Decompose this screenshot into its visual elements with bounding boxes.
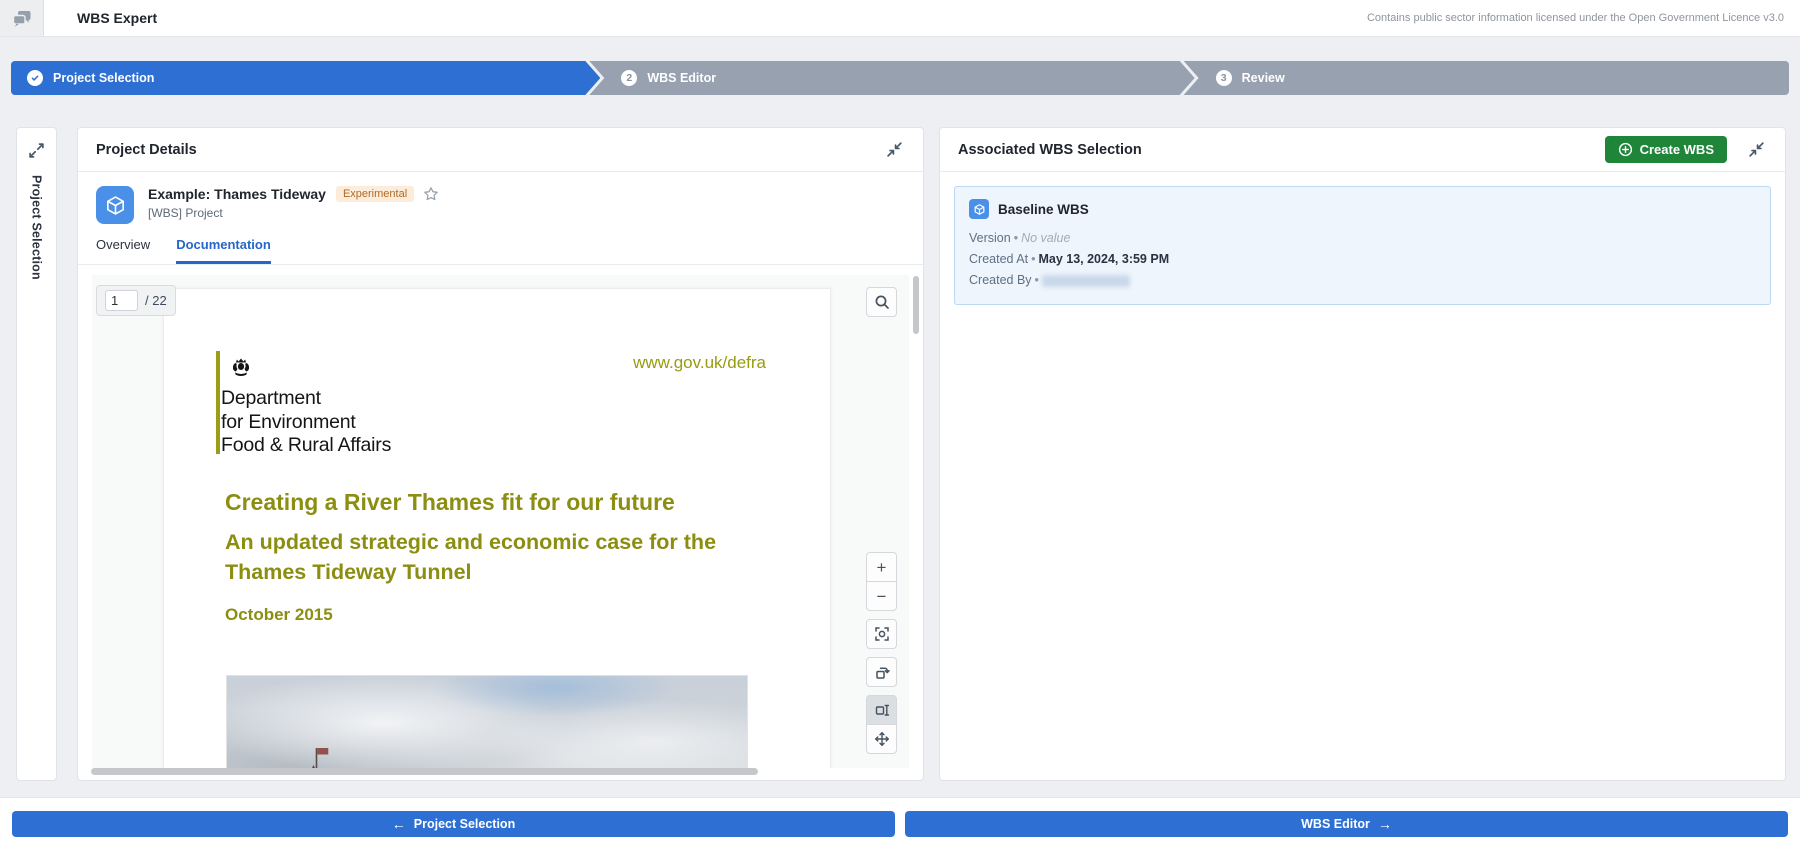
pdf-page: Department for Environment Food & Rural … xyxy=(163,288,831,768)
wizard-stepper: Project Selection 2 WBS Editor 3 Review xyxy=(11,61,1789,95)
fit-to-view-button[interactable] xyxy=(866,619,897,649)
step-number-badge: 2 xyxy=(621,70,637,86)
collapse-panel-button[interactable] xyxy=(884,139,905,160)
pdf-tool-stack: + − xyxy=(866,552,897,754)
associated-wbs-header: Associated WBS Selection Create WBS xyxy=(940,128,1785,172)
collapse-icon xyxy=(887,142,902,157)
pan-icon xyxy=(874,732,889,746)
expand-icon[interactable] xyxy=(28,142,45,159)
text-select-icon xyxy=(875,704,889,716)
page-count: / 22 xyxy=(145,293,167,308)
wbs-list: Baseline WBS Version • No value Created At… xyxy=(940,172,1785,319)
wbs-field-created-by: Created By • xyxy=(969,270,1756,291)
favorite-star-icon[interactable] xyxy=(423,186,439,202)
project-tabs: Overview Documentation xyxy=(78,237,923,265)
project-type: [WBS] Project xyxy=(148,206,223,220)
step-wbs-editor[interactable]: 2 WBS Editor xyxy=(589,61,1194,95)
collapsed-panel-project-selection[interactable]: Project Selection xyxy=(16,127,57,781)
project-name: Example: Thames Tideway xyxy=(148,186,326,202)
tab-overview[interactable]: Overview xyxy=(96,237,150,264)
pdf-viewer: / 22 + − xyxy=(92,275,909,768)
license-text: Contains public sector information licen… xyxy=(1366,12,1784,24)
step-label: Project Selection xyxy=(53,71,155,85)
royal-crest-icon xyxy=(228,355,254,379)
step-project-selection[interactable]: Project Selection xyxy=(11,61,600,95)
tab-documentation[interactable]: Documentation xyxy=(176,237,271,264)
chat-bubbles-icon xyxy=(11,9,32,28)
rotate-button[interactable] xyxy=(866,657,897,687)
step-review[interactable]: 3 Review xyxy=(1183,61,1789,95)
text-select-tool-button[interactable] xyxy=(866,695,897,725)
rotate-icon xyxy=(875,667,890,679)
cover-photo xyxy=(226,675,748,768)
wbs-field-version: Version • No value xyxy=(969,231,1071,245)
associated-wbs-panel: Associated WBS Selection Create WBS Base… xyxy=(939,127,1786,781)
defra-org-name: Department for Environment Food & Rural … xyxy=(221,387,392,456)
experimental-badge: Experimental xyxy=(335,186,415,202)
project-cube-icon xyxy=(96,186,134,224)
project-summary-row: Example: Thames Tideway Experimental [WB… xyxy=(96,186,905,224)
search-icon xyxy=(875,295,889,309)
westminster-spires xyxy=(267,736,387,768)
next-wbs-editor-button[interactable]: WBS Editor → xyxy=(905,811,1788,837)
rail-label: Project Selection xyxy=(29,175,44,280)
page-number-input[interactable] xyxy=(105,290,138,311)
arrow-left-icon: ← xyxy=(391,816,406,832)
redacted-value xyxy=(1041,274,1130,287)
create-wbs-button[interactable]: Create WBS xyxy=(1604,136,1727,163)
collapse-panel-button[interactable] xyxy=(1746,139,1767,160)
fit-view-icon xyxy=(874,627,889,641)
app-menu-button[interactable] xyxy=(0,0,44,36)
defra-website: www.gov.uk/defra xyxy=(633,353,766,372)
step-number-badge: 3 xyxy=(1215,70,1232,86)
pan-tool-button[interactable] xyxy=(866,724,897,754)
horizontal-scrollbar[interactable] xyxy=(91,768,758,775)
step-check-icon xyxy=(27,70,43,86)
wbs-name: Baseline WBS xyxy=(998,201,1089,217)
back-project-selection-button[interactable]: ← Project Selection xyxy=(12,811,895,837)
zoom-in-button[interactable]: + xyxy=(866,552,897,582)
step-label: WBS Editor xyxy=(647,71,717,85)
project-details-header: Project Details xyxy=(78,128,923,172)
plus-circle-icon xyxy=(1618,142,1632,157)
wbs-card-baseline[interactable]: Baseline WBS Version • No value Created At… xyxy=(954,186,1771,305)
app-title: WBS Expert xyxy=(77,10,158,26)
collapse-icon xyxy=(1749,142,1764,157)
wbs-cube-icon xyxy=(969,199,989,219)
panel-title: Associated WBS Selection xyxy=(958,141,1142,158)
top-bar: WBS Expert Contains public sector inform… xyxy=(0,0,1800,37)
step-label: Review xyxy=(1241,71,1285,85)
footer-nav: ← Project Selection WBS Editor → xyxy=(0,797,1800,849)
panel-title: Project Details xyxy=(96,141,197,158)
document-date: October 2015 xyxy=(225,605,333,624)
page-number-widget: / 22 xyxy=(96,285,176,316)
vertical-scrollbar[interactable] xyxy=(913,276,919,334)
document-subtitle: An updated strategic and economic case f… xyxy=(225,530,717,584)
defra-logo-bar xyxy=(216,351,220,454)
wbs-field-created-at: Created At • May 13, 2024, 3:59 PM xyxy=(969,252,1170,266)
pdf-search-button[interactable] xyxy=(866,287,897,317)
zoom-out-button[interactable]: − xyxy=(866,581,897,611)
document-title: Creating a River Thames fit for our futu… xyxy=(225,489,675,515)
project-details-panel: Project Details Example: Thames Tideway … xyxy=(77,127,924,781)
arrow-right-icon: → xyxy=(1377,816,1392,832)
